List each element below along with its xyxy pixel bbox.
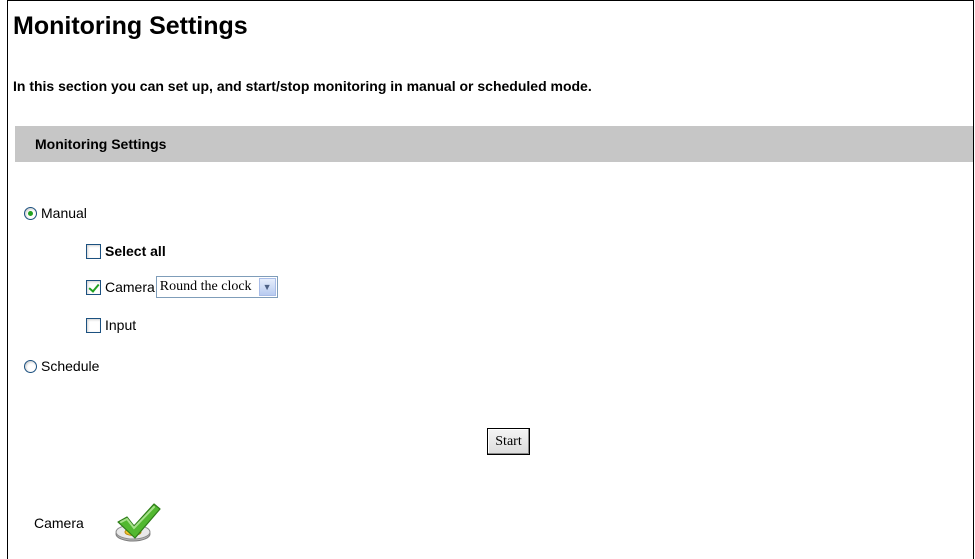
section-header: Monitoring Settings bbox=[15, 126, 973, 162]
section-title: Monitoring Settings bbox=[35, 136, 167, 152]
select-all-option[interactable]: Select all bbox=[86, 243, 166, 259]
schedule-option[interactable]: Schedule bbox=[24, 358, 99, 374]
manual-option[interactable]: Manual bbox=[24, 205, 87, 221]
input-label: Input bbox=[105, 317, 137, 333]
schedule-radio[interactable] bbox=[24, 359, 37, 373]
camera-label: Camera bbox=[105, 279, 155, 295]
schedule-label: Schedule bbox=[41, 358, 100, 374]
camera-schedule-select[interactable]: Round the clock ▼ bbox=[155, 276, 278, 298]
camera-schedule-value: Round the clock bbox=[159, 279, 252, 294]
select-all-checkbox[interactable] bbox=[86, 243, 101, 259]
manual-radio[interactable] bbox=[24, 206, 37, 220]
page-description: In this section you can set up, and star… bbox=[13, 78, 592, 94]
camera-monitoring-check-icon bbox=[115, 503, 161, 542]
select-all-label: Select all bbox=[105, 243, 166, 259]
chevron-down-icon[interactable]: ▼ bbox=[258, 278, 276, 296]
camera-option[interactable]: Camera Round the clock ▼ bbox=[86, 276, 278, 298]
start-button[interactable]: Start bbox=[487, 428, 530, 455]
status-camera-label: Camera bbox=[34, 515, 84, 531]
input-checkbox[interactable] bbox=[86, 317, 101, 333]
input-option[interactable]: Input bbox=[86, 317, 136, 333]
page-title: Monitoring Settings bbox=[13, 12, 248, 40]
camera-checkbox[interactable] bbox=[86, 279, 101, 295]
manual-label: Manual bbox=[41, 205, 87, 221]
